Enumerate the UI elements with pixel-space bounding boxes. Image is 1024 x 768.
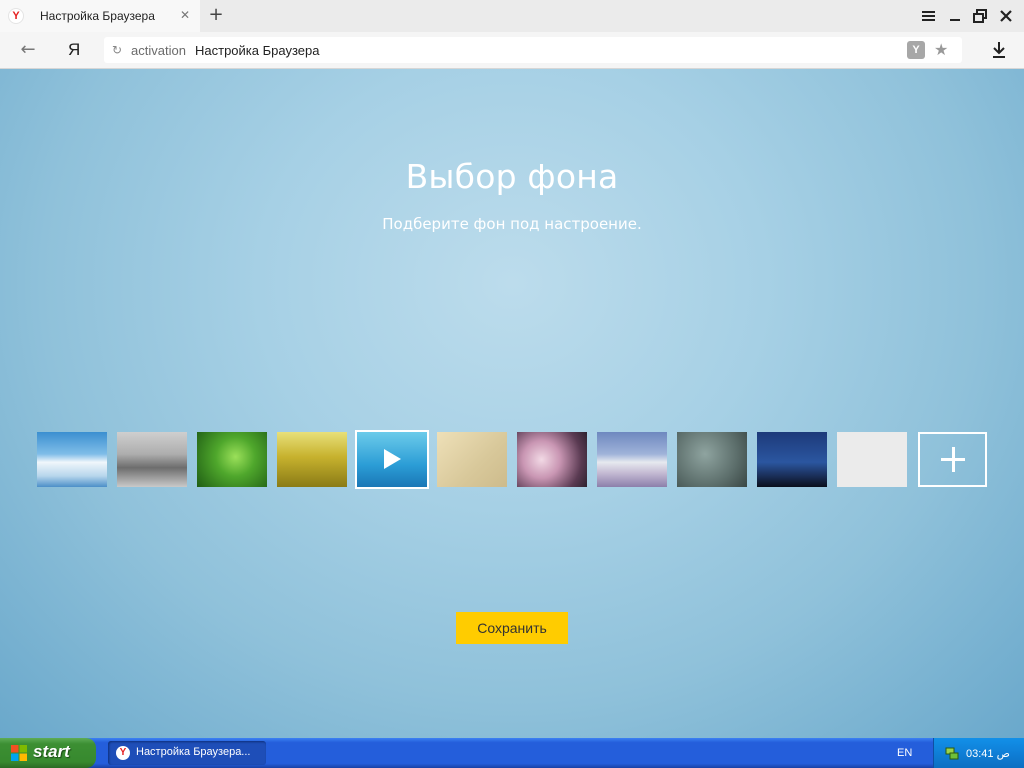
background-settings-page: Выбор фона Подберите фон под настроение.… [0,69,1024,738]
background-thumbnail-misty-forest[interactable] [117,432,187,487]
protect-shield-icon[interactable]: Y [907,41,925,59]
minimize-icon[interactable] [946,7,964,25]
play-icon [384,449,401,469]
yandex-browser-icon: Y [116,746,130,760]
page-subtitle: Подберите фон под настроение. [382,215,642,233]
windows-logo-icon [11,745,27,761]
clock: 03:41 ص [966,748,1010,760]
yandex-favicon-icon: Y [8,8,24,24]
new-tab-plus-icon[interactable]: + [207,6,225,24]
address-bar[interactable]: ↻ activation Настройка Браузера Y ★ [104,37,962,63]
background-thumbnail-light-gray[interactable] [837,432,907,487]
taskbar-item-label: Настройка Браузера... [136,746,251,758]
close-icon[interactable]: ✕ [178,8,192,22]
system-tray: 03:41 ص [933,738,1024,768]
background-thumbnail-green-grass[interactable] [197,432,267,487]
background-thumbnail-snowy-mountain[interactable] [597,432,667,487]
save-button[interactable]: Сохранить [456,612,568,644]
download-icon[interactable] [990,40,1008,60]
page-title: Выбор фона [405,157,619,196]
restore-icon[interactable] [971,7,989,25]
background-thumbnail-night-sky[interactable] [757,432,827,487]
url-page-title: Настройка Браузера [195,43,320,58]
tab-title: Настройка Браузера [40,9,155,23]
background-thumbnail-rain-glass[interactable] [677,432,747,487]
menu-icon[interactable] [920,7,938,25]
background-thumbnail-golden-field[interactable] [277,432,347,487]
taskbar: start Y Настройка Браузера... EN 03:41 ص [0,738,1024,768]
yandex-logo-icon[interactable]: Я [68,40,84,60]
navigation-bar: ← Я ↻ activation Настройка Браузера Y ★ [0,32,1024,69]
start-button[interactable]: start [0,738,96,768]
background-thumbnail-sky-clouds[interactable] [37,432,107,487]
back-arrow-icon[interactable]: ← [18,40,38,60]
network-tray-icon[interactable] [944,745,960,761]
reload-icon[interactable]: ↻ [112,43,126,57]
tab-browser-settings[interactable]: Y Настройка Браузера ✕ [0,0,200,32]
background-thumbnail-sea-video-selected[interactable] [355,430,429,489]
taskbar-item-browser[interactable]: Y Настройка Браузера... [108,741,266,765]
background-thumbnail-cherry-blossom[interactable] [517,432,587,487]
background-thumbnail-sand[interactable] [437,432,507,487]
start-label: start [33,742,70,761]
url-host: activation [131,43,186,58]
bookmark-star-icon[interactable]: ★ [934,40,952,60]
add-background-button[interactable] [918,432,987,487]
close-window-icon[interactable] [997,7,1015,25]
language-indicator[interactable]: EN [897,747,912,759]
tab-strip: Y Настройка Браузера ✕ + [0,0,1024,32]
